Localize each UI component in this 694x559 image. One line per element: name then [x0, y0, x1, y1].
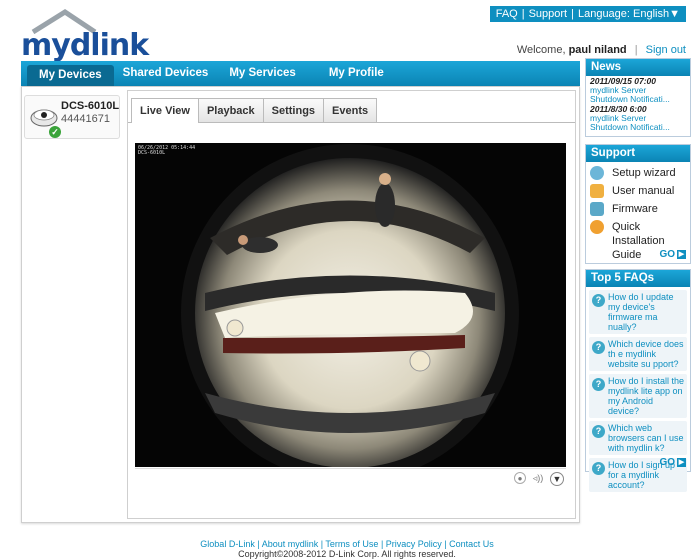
setup-wizard-link[interactable]: Setup wizard — [586, 166, 690, 180]
news-heading: News — [586, 59, 690, 76]
gear-icon — [590, 220, 604, 234]
faq-item[interactable]: ? How do I update my device's firmware m… — [589, 290, 687, 334]
wizard-icon — [590, 166, 604, 180]
main-nav: My Devices Shared Devices My Services My… — [21, 61, 580, 86]
top-links-bar: FAQ | Support | Language: English▼ — [489, 6, 686, 22]
viewer-tabs: Live View Playback Settings Events — [131, 98, 378, 123]
user-name: paul niland — [568, 44, 627, 56]
news-item[interactable]: 2011/8/30 6:00 mydlink Server Shutdown N… — [586, 104, 690, 132]
separator: | — [521, 8, 525, 20]
firmware-icon — [590, 202, 604, 216]
footer: Global D-Link | About mydlink | Terms of… — [0, 539, 694, 559]
tab-live-view[interactable]: Live View — [131, 98, 199, 123]
logo-wordmark: mydlink — [21, 28, 149, 63]
tab-playback[interactable]: Playback — [197, 98, 264, 122]
online-check-icon: ✓ — [49, 126, 61, 138]
faq-item[interactable]: ? Which device does th e mydlink website… — [589, 337, 687, 371]
chevron-down-icon[interactable]: ▼ — [550, 472, 564, 486]
faq-item[interactable]: ? Which web browsers can I use with mydl… — [589, 421, 687, 455]
footer-link-global-dlink[interactable]: Global D-Link — [200, 539, 255, 549]
news-panel: News 2011/09/15 07:00 mydlink Server Shu… — [585, 58, 691, 137]
support-panel: Support Setup wizard User manual Firmwar… — [585, 144, 691, 264]
footer-link-about[interactable]: About mydlink — [262, 539, 319, 549]
tab-settings[interactable]: Settings — [262, 98, 325, 122]
faq-link[interactable]: FAQ — [496, 8, 518, 20]
live-video-feed[interactable]: 06/26/2012 05:14:44 DCS-6010L — [135, 143, 566, 467]
video-controls: ● ◃)) ▼ — [135, 468, 566, 488]
manual-icon — [590, 184, 604, 198]
question-icon: ? — [592, 425, 605, 438]
separator: | — [634, 44, 638, 56]
question-icon: ? — [592, 462, 605, 475]
footer-links: Global D-Link | About mydlink | Terms of… — [0, 539, 694, 549]
question-icon: ? — [592, 294, 605, 307]
welcome-bar: Welcome, paul niland | Sign out — [517, 44, 686, 56]
nav-my-devices[interactable]: My Devices — [27, 65, 114, 86]
welcome-label: Welcome, — [516, 44, 566, 56]
go-arrow-icon: ▶ — [677, 250, 686, 259]
question-icon: ? — [592, 378, 605, 391]
sign-out-link[interactable]: Sign out — [646, 44, 686, 56]
footer-link-privacy[interactable]: Privacy Policy — [386, 539, 442, 549]
nav-my-services[interactable]: My Services — [217, 61, 305, 86]
footer-link-terms[interactable]: Terms of Use — [325, 539, 378, 549]
tab-events[interactable]: Events — [323, 98, 378, 122]
mydlink-logo[interactable]: mydlink — [21, 8, 149, 63]
language-select[interactable]: Language: English▼ — [578, 8, 680, 20]
question-icon: ? — [592, 341, 605, 354]
record-icon[interactable]: ● — [514, 472, 526, 484]
faq-go-button[interactable]: GO ▶ — [659, 457, 686, 468]
device-viewer: Live View Playback Settings Events 06/26… — [127, 90, 576, 519]
faq-item[interactable]: ? How do I install the mydlink lite app … — [589, 374, 687, 418]
nav-my-profile[interactable]: My Profile — [305, 61, 393, 86]
faq-heading: Top 5 FAQs — [586, 270, 690, 287]
nav-shared-devices[interactable]: Shared Devices — [114, 61, 218, 86]
main-panel: DCS-6010L 44441671 ✓ Live View Playback … — [21, 86, 580, 523]
device-list-item[interactable]: DCS-6010L 44441671 ✓ — [24, 95, 120, 139]
support-go-button[interactable]: GO ▶ — [659, 249, 686, 260]
audio-icon[interactable]: ◃)) — [532, 472, 544, 484]
fisheye-image — [181, 144, 519, 467]
faq-panel: Top 5 FAQs ? How do I update my device's… — [585, 269, 691, 492]
device-id: 44441671 — [61, 113, 110, 125]
support-link[interactable]: Support — [529, 8, 568, 20]
user-manual-link[interactable]: User manual — [586, 184, 690, 198]
device-name: DCS-6010L — [61, 100, 120, 112]
go-arrow-icon: ▶ — [677, 458, 686, 467]
support-heading: Support — [586, 145, 690, 162]
video-timestamp: 06/26/2012 05:14:44 DCS-6010L — [138, 145, 196, 156]
copyright-text: Copyright©2008-2012 D-Link Corp. All rig… — [238, 549, 456, 559]
firmware-link[interactable]: Firmware — [586, 202, 690, 216]
separator: | — [571, 8, 574, 20]
news-item[interactable]: 2011/09/15 07:00 mydlink Server Shutdown… — [586, 76, 690, 104]
footer-link-contact[interactable]: Contact Us — [449, 539, 494, 549]
